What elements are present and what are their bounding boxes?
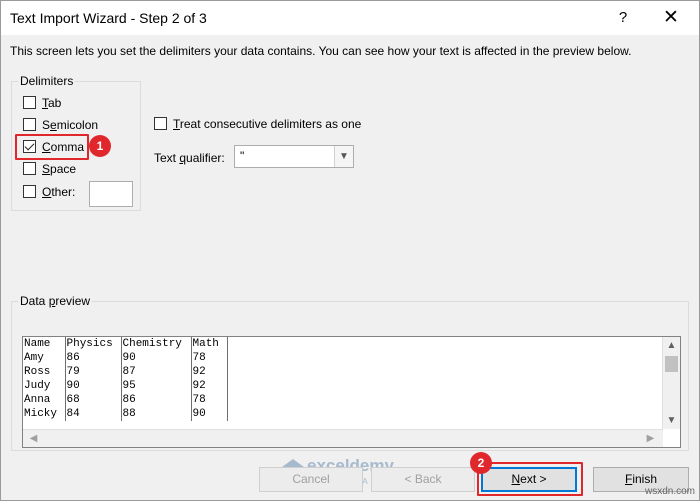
comma-label: Comma [42,140,85,154]
help-icon[interactable]: ? [614,9,632,26]
preview-cell: 90 [121,351,192,365]
preview-cell: Ross [23,365,66,379]
instructions-text: This screen lets you set the delimiters … [10,44,632,58]
vertical-scrollbar[interactable]: ▲ ▼ [662,337,680,429]
preview-cell: 86 [65,351,122,365]
data-preview-table: Name Physics Chemistry Math Amy 86 90 78 Ross 79 8… [23,337,228,421]
space-checkbox[interactable] [23,162,36,175]
text-import-wizard-dialog: Text Import Wizard - Step 2 of 3 ? ✕ Thi… [0,0,700,501]
delimiters-group-label: Delimiters [18,74,76,88]
preview-cell: Physics [65,337,122,351]
step-1-badge: 1 [89,135,111,157]
scroll-right-icon[interactable]: ▶ [642,430,659,447]
semicolon-label: Semicolon [42,118,99,132]
preview-cell: 88 [121,407,192,421]
scroll-up-icon[interactable]: ▲ [663,337,680,354]
preview-header-row: Name Physics Chemistry Math [23,337,228,351]
preview-cell: Name [23,337,66,351]
preview-cell: Micky [23,407,66,421]
text-qualifier-select[interactable]: " ▼ [234,145,354,168]
tab-label: Tab [42,96,62,110]
preview-cell: 78 [191,393,228,407]
preview-cell: 92 [191,379,228,393]
other-checkbox[interactable] [23,185,36,198]
preview-cell: Judy [23,379,66,393]
step-2-badge: 2 [470,452,492,474]
horizontal-scrollbar[interactable]: ◀ ▶ [23,429,663,447]
next-button[interactable]: Next > [481,467,577,492]
preview-cell: 68 [65,393,122,407]
site-watermark-text: wsxdn.com [644,486,695,497]
window-title: Text Import Wizard - Step 2 of 3 [10,10,207,26]
preview-cell: 90 [191,407,228,421]
preview-cell: 95 [121,379,192,393]
semicolon-checkbox[interactable] [23,118,36,131]
preview-cell: Chemistry [121,337,192,351]
preview-cell: 90 [65,379,122,393]
preview-row: Anna 68 86 78 [23,393,228,407]
preview-row: Micky 84 88 90 [23,407,228,421]
consecutive-delimiters-checkbox[interactable] [154,117,167,130]
preview-row: Ross 79 87 92 [23,365,228,379]
scroll-left-icon[interactable]: ◀ [25,430,42,447]
tab-checkbox[interactable] [23,96,36,109]
preview-cell: 78 [191,351,228,365]
title-bar: Text Import Wizard - Step 2 of 3 ? ✕ [1,1,699,35]
data-preview-pane[interactable]: Name Physics Chemistry Math Amy 86 90 78 Ross 79 8… [22,336,681,448]
consecutive-delimiters-label: Treat consecutive delimiters as one [173,117,362,131]
comma-checkbox[interactable] [23,140,36,153]
preview-cell: 84 [65,407,122,421]
cancel-button[interactable]: Cancel [259,467,363,492]
preview-cell: Anna [23,393,66,407]
other-label: Other: [42,185,76,199]
preview-row: Judy 90 95 92 [23,379,228,393]
scroll-down-icon[interactable]: ▼ [663,412,680,429]
text-qualifier-label: Text qualifier: [154,151,225,165]
preview-cell: Math [191,337,228,351]
space-label: Space [42,162,77,176]
other-delimiter-input[interactable] [89,181,133,207]
preview-cell: 92 [191,365,228,379]
preview-row: Amy 86 90 78 [23,351,228,365]
preview-cell: 79 [65,365,122,379]
back-button[interactable]: < Back [371,467,475,492]
preview-cell: 86 [121,393,192,407]
data-preview-label: Data preview [18,294,93,308]
preview-cell: Amy [23,351,66,365]
close-icon[interactable]: ✕ [660,6,682,29]
vertical-scroll-thumb[interactable] [665,356,678,372]
preview-cell: 87 [121,365,192,379]
text-qualifier-value: " [240,149,245,163]
chevron-down-icon[interactable]: ▼ [334,146,353,167]
